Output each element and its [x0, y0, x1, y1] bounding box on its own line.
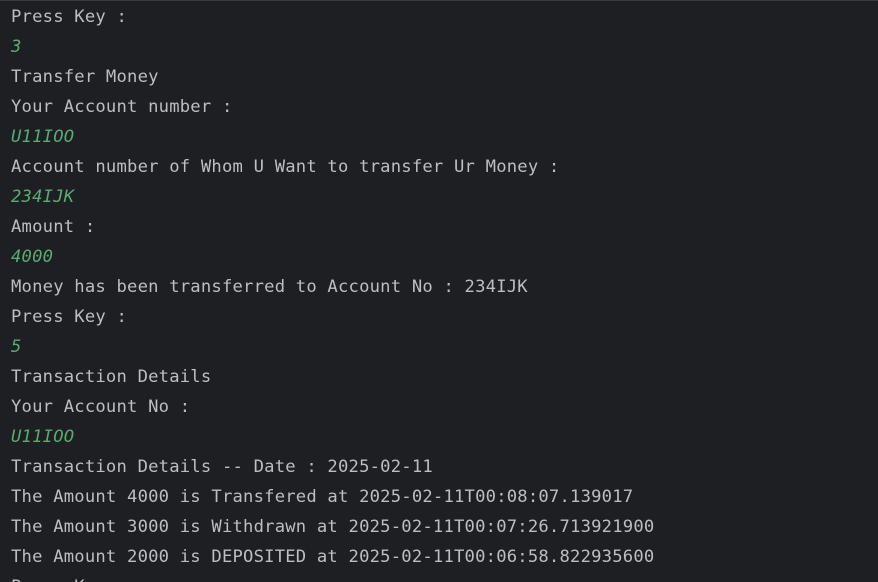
console-line-prompt: Press Key :	[11, 307, 128, 327]
console-line-prompt: Your Account No :	[11, 397, 191, 417]
console-output: Press Key : 3 Transfer Money Your Accoun…	[11, 2, 654, 582]
run-console[interactable]: Press Key : 3 Transfer Money Your Accoun…	[0, 0, 878, 582]
console-line-user-input: 4000	[11, 247, 54, 267]
console-line-prompt: Account number of Whom U Want to transfe…	[11, 157, 560, 177]
console-line-prompt: Press Key :	[11, 7, 128, 27]
console-line-user-input: 3	[11, 37, 22, 57]
console-line-output: Transaction Details -- Date : 2025-02-11	[11, 457, 433, 477]
console-line-user-input: U11IOO	[11, 127, 75, 147]
console-line-user-input: U11IOO	[11, 427, 75, 447]
console-line-output: Transaction Details	[11, 367, 212, 387]
console-line-prompt: Amount :	[11, 217, 96, 237]
console-line-user-input: 5	[11, 337, 22, 357]
console-line-output: Money has been transferred to Account No…	[11, 277, 528, 297]
console-line-output: The Amount 2000 is DEPOSITED at 2025-02-…	[11, 547, 655, 567]
console-line-output: The Amount 4000 is Transfered at 2025-02…	[11, 487, 634, 507]
console-line-user-input: 234IJK	[11, 187, 75, 207]
console-line-prompt: Your Account number :	[11, 97, 233, 117]
console-line-output: Transfer Money	[11, 67, 159, 87]
console-line-output: The Amount 3000 is Withdrawn at 2025-02-…	[11, 517, 655, 537]
console-line-prompt: Press Key :	[11, 572, 654, 582]
